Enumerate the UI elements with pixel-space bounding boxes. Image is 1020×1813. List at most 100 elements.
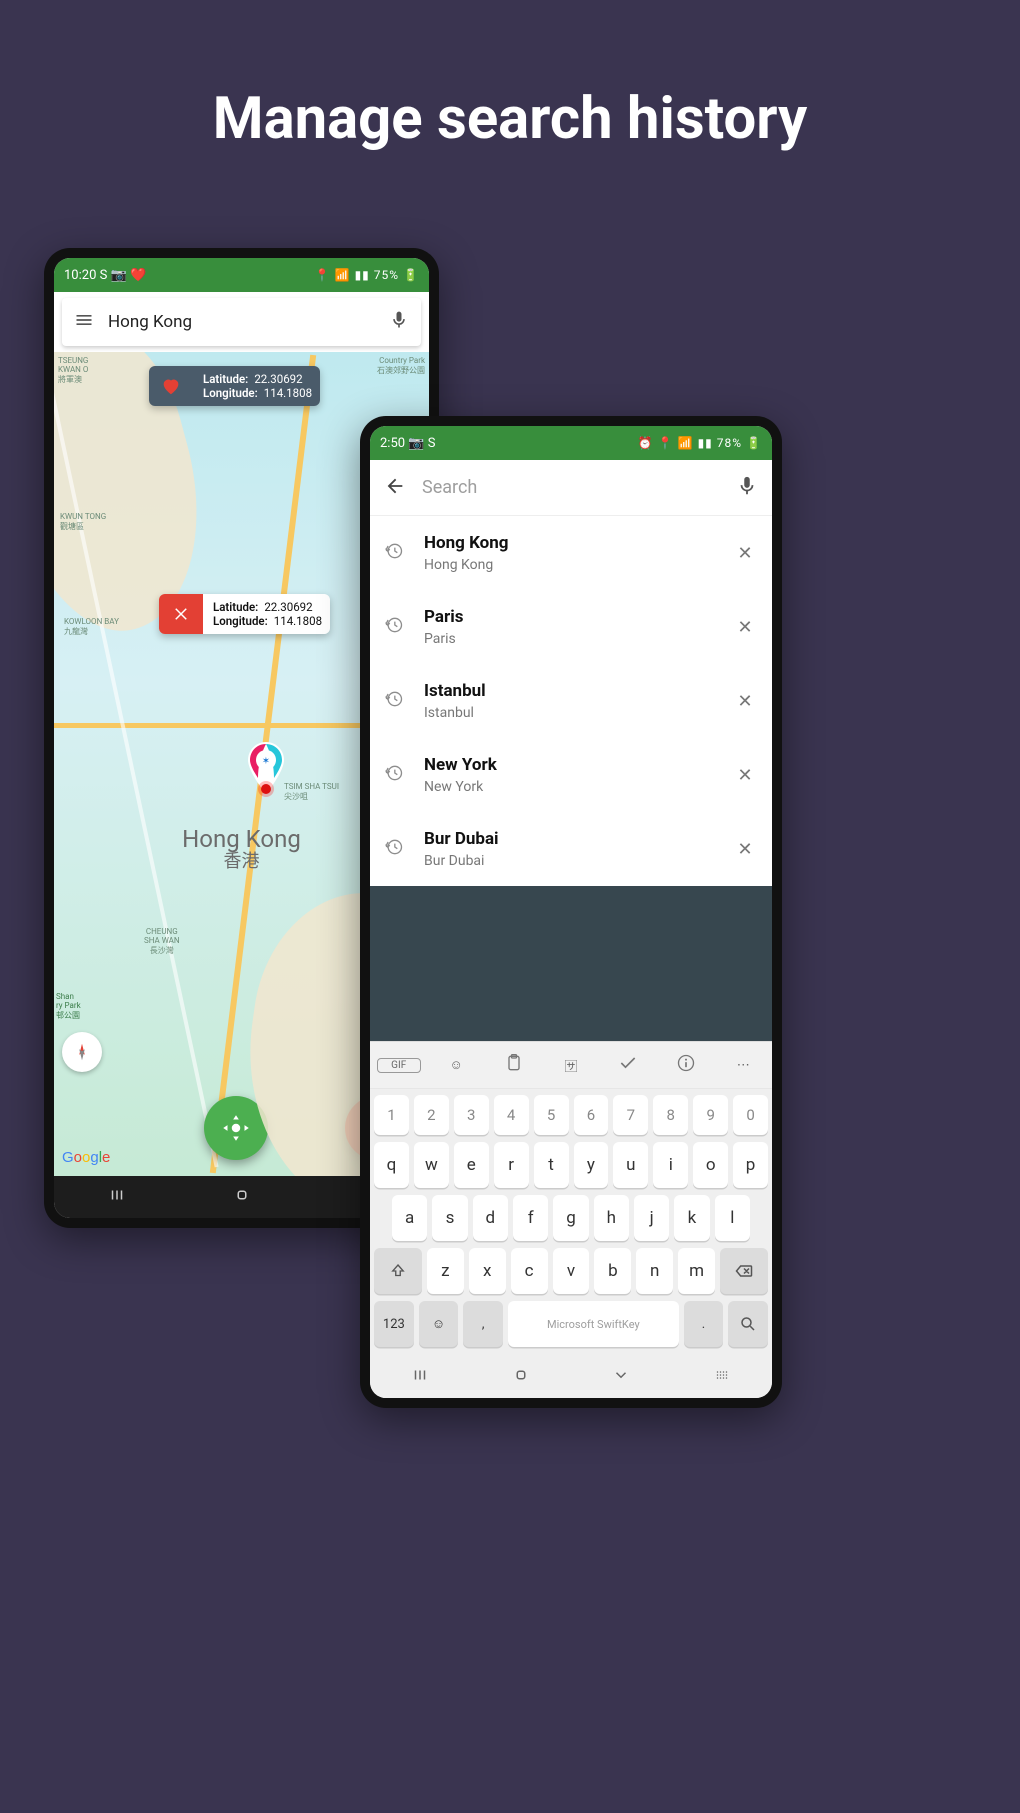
search-bar[interactable]: Hong Kong [62, 298, 421, 346]
nav-home-icon[interactable] [512, 1366, 530, 1388]
search-key[interactable] [728, 1301, 768, 1347]
key-0[interactable]: 0 [733, 1095, 768, 1135]
heart-icon[interactable] [149, 366, 193, 406]
nav-home-icon[interactable] [233, 1186, 251, 1208]
map-label-kwuntong: KWUN TONG 觀塘區 [60, 512, 106, 532]
backspace-key[interactable] [720, 1248, 768, 1294]
history-title: Hong Kong [424, 533, 728, 553]
key-3[interactable]: 3 [454, 1095, 489, 1135]
key-x[interactable]: x [469, 1248, 506, 1294]
remove-history-icon[interactable]: ✕ [728, 617, 762, 638]
key-i[interactable]: i [653, 1142, 688, 1188]
key-k[interactable]: k [674, 1195, 709, 1241]
space-key[interactable]: Microsoft SwiftKey [508, 1301, 679, 1347]
coord-data: Latitude:22.30692 Longitude:114.1808 [203, 594, 330, 634]
key-2[interactable]: 2 [414, 1095, 449, 1135]
nav-recent-icon[interactable] [108, 1186, 126, 1208]
clipboard-icon[interactable] [492, 1053, 536, 1077]
status-time: 10:20 [64, 268, 96, 283]
nav-keyboard-grid-icon[interactable] [713, 1366, 731, 1388]
battery-text: 75% [374, 268, 399, 282]
phone-search-history: 2:50 📷 S ⏰ 📍 📶 ▮▮ 78% 🔋 Search [360, 416, 782, 1408]
battery-icon: 🔋 [403, 268, 419, 282]
key-r[interactable]: r [494, 1142, 529, 1188]
key-7[interactable]: 7 [613, 1095, 648, 1135]
history-item[interactable]: Bur Dubai Bur Dubai ✕ [370, 812, 772, 886]
key-b[interactable]: b [594, 1248, 631, 1294]
history-item[interactable]: Hong Kong Hong Kong ✕ [370, 516, 772, 590]
key-h[interactable]: h [594, 1195, 629, 1241]
mic-icon[interactable] [389, 310, 409, 334]
key-d[interactable]: d [473, 1195, 508, 1241]
comma-key[interactable]: , [463, 1301, 503, 1347]
remove-history-icon[interactable]: ✕ [728, 543, 762, 564]
sticker-icon[interactable]: ☺ [434, 1057, 478, 1073]
history-subtitle: Istanbul [424, 705, 728, 721]
key-p[interactable]: p [733, 1142, 768, 1188]
symbols-key[interactable]: 123 [374, 1301, 414, 1347]
key-l[interactable]: l [715, 1195, 750, 1241]
mic-icon[interactable] [736, 475, 758, 501]
close-icon[interactable] [159, 594, 203, 634]
emoji-key[interactable]: ☺ [419, 1301, 459, 1347]
key-5[interactable]: 5 [534, 1095, 569, 1135]
map-label-shan: Shan ry Park 邨公園 [56, 992, 81, 1021]
keyboard: 1234567890 qwertyuiop asdfghjkl zxcvbnm … [370, 1089, 772, 1356]
key-n[interactable]: n [636, 1248, 673, 1294]
key-4[interactable]: 4 [494, 1095, 529, 1135]
key-m[interactable]: m [678, 1248, 715, 1294]
info-icon[interactable] [664, 1053, 708, 1077]
pin-coord-bubble[interactable]: Latitude:22.30692 Longitude:114.1808 [159, 594, 330, 634]
compass-button[interactable] [62, 1032, 102, 1072]
favorite-coord-bubble[interactable]: Latitude:22.30692 Longitude:114.1808 [149, 366, 320, 406]
key-v[interactable]: v [553, 1248, 590, 1294]
key-1[interactable]: 1 [374, 1095, 409, 1135]
remove-history-icon[interactable]: ✕ [728, 839, 762, 860]
remove-history-icon[interactable]: ✕ [728, 765, 762, 786]
status-bar-right: 2:50 📷 S ⏰ 📍 📶 ▮▮ 78% 🔋 [370, 426, 772, 460]
history-title: Bur Dubai [424, 829, 728, 849]
map-label-tsim: TSIM SHA TSUI 尖沙咀 [284, 782, 339, 802]
key-j[interactable]: j [634, 1195, 669, 1241]
search-input[interactable]: Search [422, 477, 720, 498]
more-icon[interactable]: ⋯ [721, 1058, 765, 1073]
check-icon[interactable] [606, 1053, 650, 1077]
remove-history-icon[interactable]: ✕ [728, 691, 762, 712]
translate-icon[interactable]: 🈂 [549, 1056, 593, 1075]
key-u[interactable]: u [613, 1142, 648, 1188]
key-w[interactable]: w [414, 1142, 449, 1188]
key-z[interactable]: z [427, 1248, 464, 1294]
gif-icon[interactable]: GIF [377, 1058, 421, 1073]
map-label-tseung: TSEUNG KWAN O 將軍澳 [58, 356, 88, 385]
key-s[interactable]: s [432, 1195, 467, 1241]
key-q[interactable]: q [374, 1142, 409, 1188]
key-t[interactable]: t [534, 1142, 569, 1188]
alarm-icon: ⏰ [638, 436, 654, 450]
key-c[interactable]: c [511, 1248, 548, 1294]
signal-icon: ▮▮ [698, 436, 713, 450]
nav-keyboard-down-icon[interactable] [612, 1366, 630, 1388]
history-subtitle: Bur Dubai [424, 853, 728, 869]
back-icon[interactable] [384, 475, 406, 501]
key-9[interactable]: 9 [693, 1095, 728, 1135]
key-e[interactable]: e [454, 1142, 489, 1188]
key-g[interactable]: g [553, 1195, 588, 1241]
joystick-button[interactable] [204, 1096, 268, 1160]
key-o[interactable]: o [693, 1142, 728, 1188]
key-y[interactable]: y [574, 1142, 609, 1188]
key-6[interactable]: 6 [574, 1095, 609, 1135]
location-icon: 📍 [315, 268, 331, 282]
key-a[interactable]: a [392, 1195, 427, 1241]
period-key[interactable]: . [684, 1301, 724, 1347]
key-8[interactable]: 8 [653, 1095, 688, 1135]
hamburger-icon[interactable] [74, 310, 94, 334]
map-label-cheung: CHEUNG SHA WAN 長沙灣 [144, 927, 180, 956]
signal-icon: ▮▮ [355, 268, 370, 282]
status-bar-left: 10:20 S 📷 ❤️ 📍 📶 ▮▮ 75% 🔋 [54, 258, 429, 292]
shift-key[interactable] [374, 1248, 422, 1294]
history-item[interactable]: Paris Paris ✕ [370, 590, 772, 664]
history-item[interactable]: New York New York ✕ [370, 738, 772, 812]
nav-recent-icon[interactable] [411, 1366, 429, 1388]
key-f[interactable]: f [513, 1195, 548, 1241]
history-item[interactable]: Istanbul Istanbul ✕ [370, 664, 772, 738]
